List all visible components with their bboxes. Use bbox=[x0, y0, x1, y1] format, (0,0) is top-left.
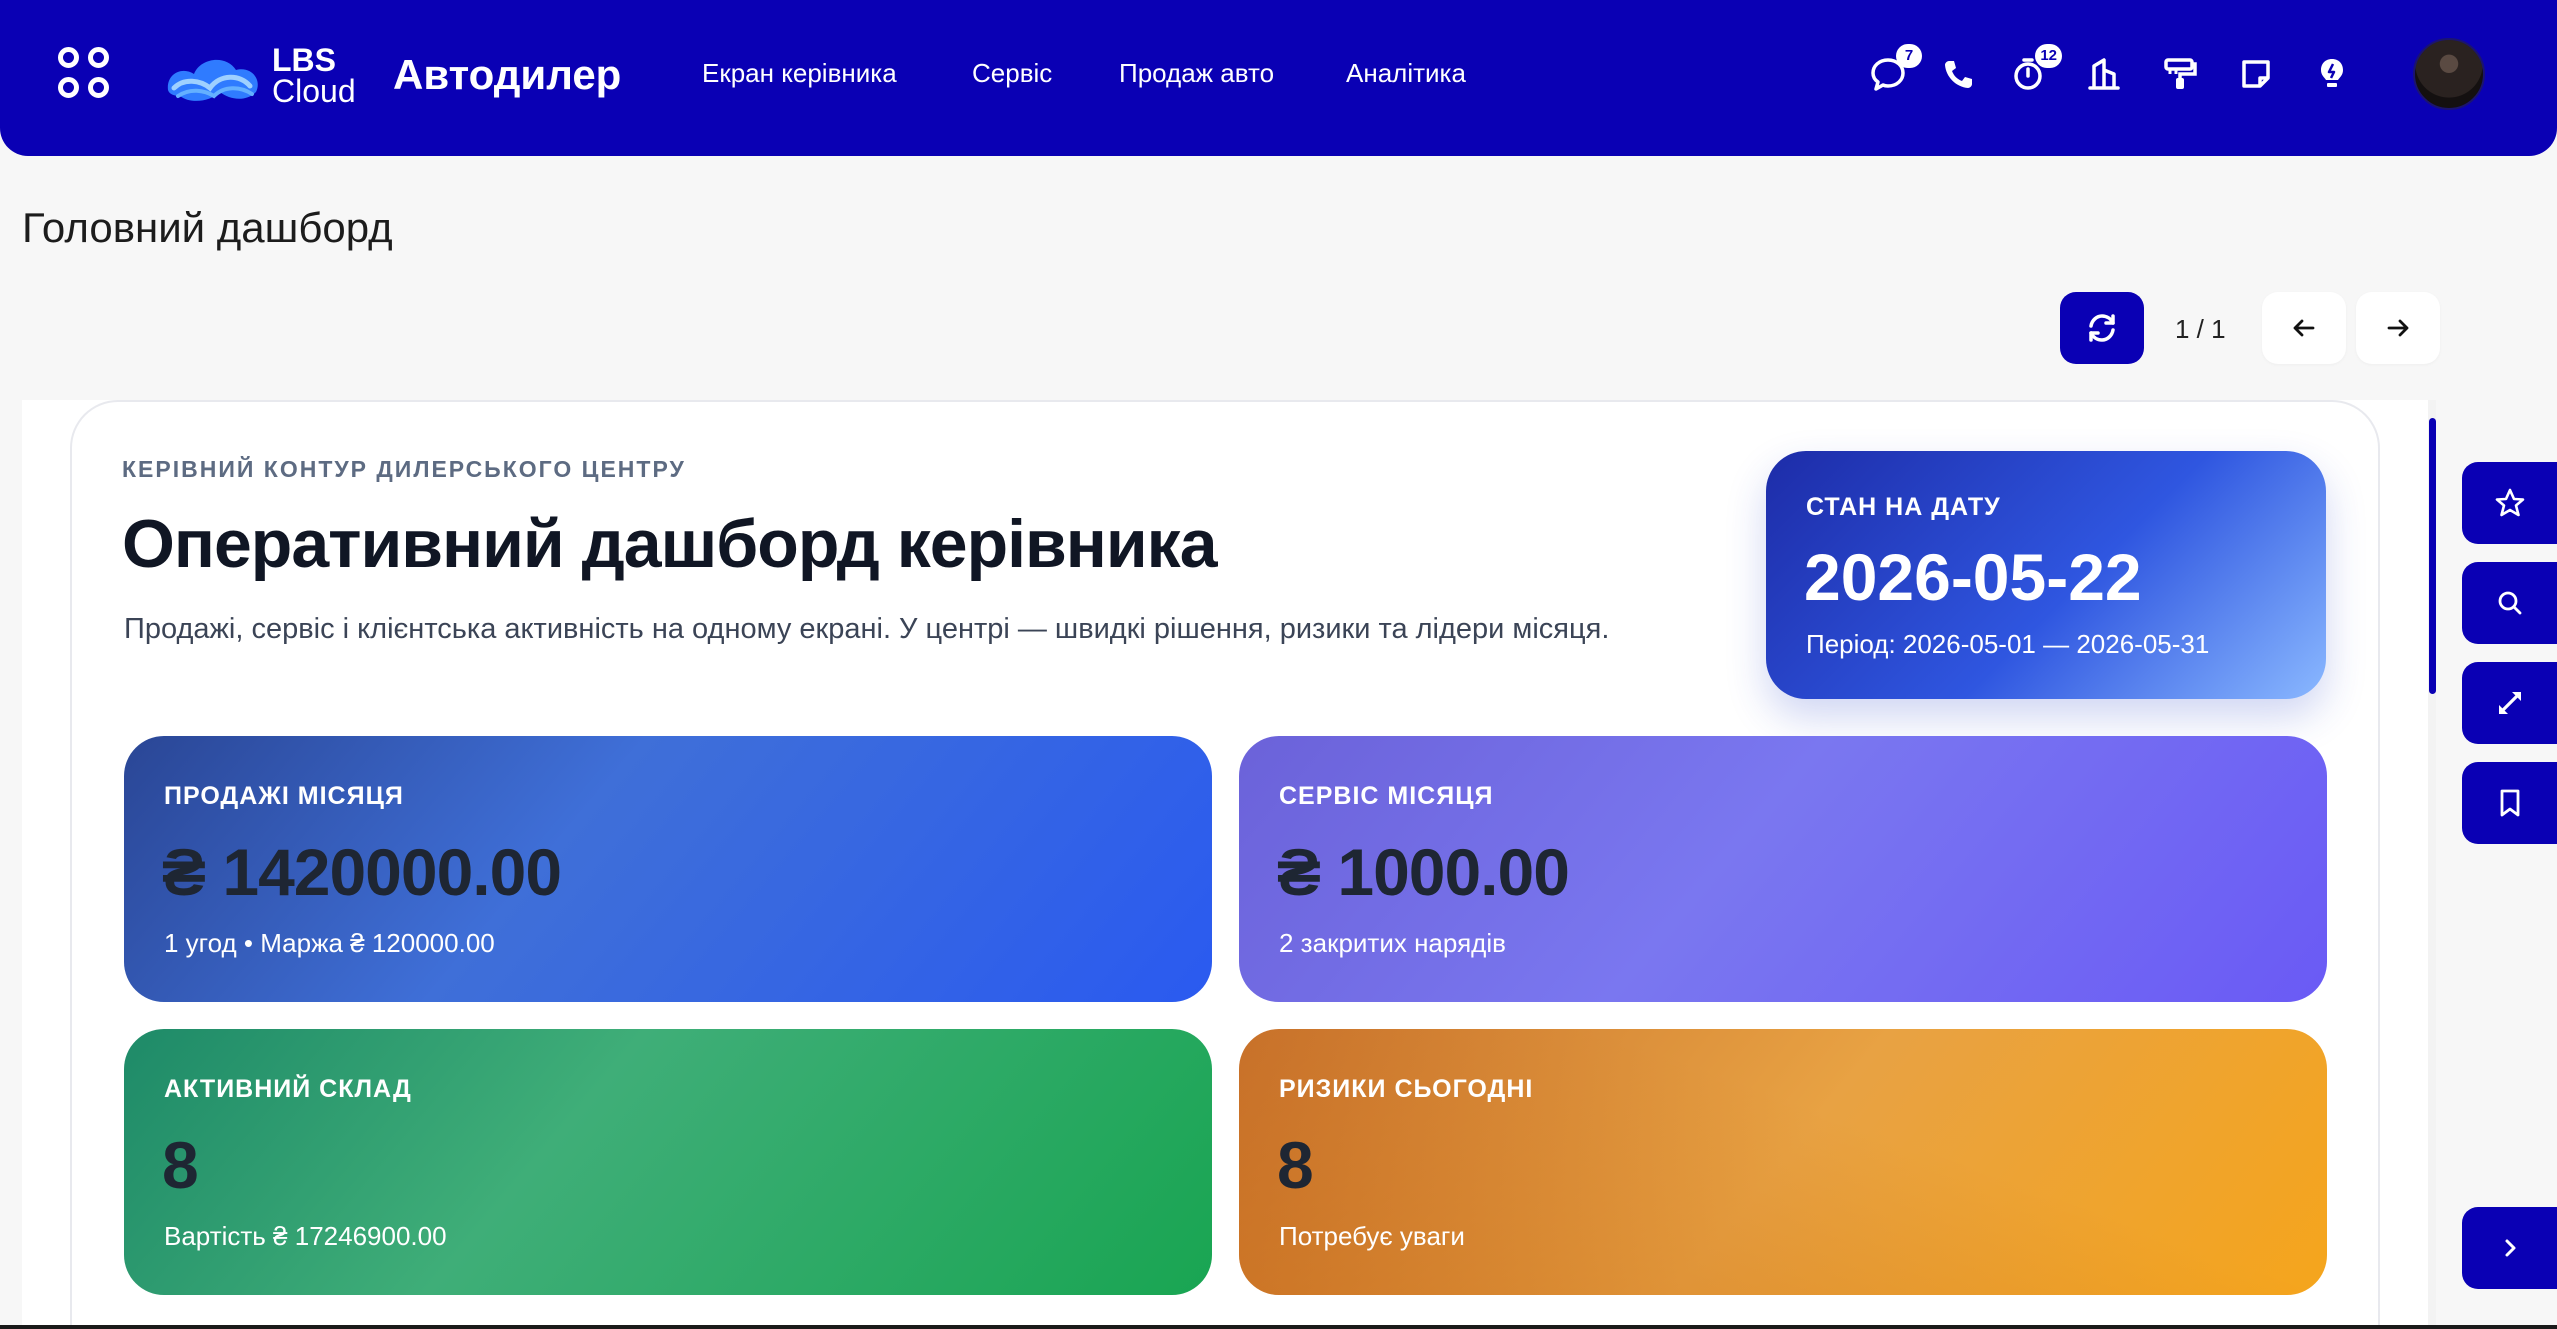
kpi-card-stock[interactable]: АКТИВНИЙ СКЛАД 8 Вартість ₴ 17246900.00 bbox=[124, 1029, 1212, 1295]
note-icon[interactable] bbox=[2236, 54, 2276, 94]
kpi-stock-label: АКТИВНИЙ СКЛАД bbox=[164, 1075, 412, 1103]
bank-icon[interactable] bbox=[2084, 54, 2124, 94]
search-button[interactable] bbox=[2462, 562, 2557, 644]
kpi-card-sales[interactable]: ПРОДАЖІ МІСЯЦЯ ₴ 1420000.00 1 угод • Мар… bbox=[124, 736, 1212, 1002]
search-icon bbox=[2498, 591, 2521, 615]
refresh-button[interactable] bbox=[2060, 292, 2144, 364]
phone-icon[interactable] bbox=[1938, 54, 1978, 94]
lbs-cloud-logo[interactable]: LBS Cloud bbox=[160, 44, 365, 110]
date-card-label: СТАН НА ДАТУ bbox=[1806, 493, 2001, 521]
chevron-right-icon bbox=[2505, 1239, 2515, 1257]
bookmark-icon bbox=[2500, 789, 2519, 817]
kpi-sales-note: 1 угод • Маржа ₴ 120000.00 bbox=[164, 928, 495, 958]
kpi-card-service[interactable]: СЕРВІС МІСЯЦЯ ₴ 1000.00 2 закритих наряд… bbox=[1239, 736, 2327, 1002]
kpi-sales-label: ПРОДАЖІ МІСЯЦЯ bbox=[164, 782, 404, 810]
kpi-service-label: СЕРВІС МІСЯЦЯ bbox=[1279, 782, 1494, 810]
kpi-risks-note: Потребує уваги bbox=[1279, 1221, 1465, 1251]
kpi-risks-label: РИЗИКИ СЬОГОДНІ bbox=[1279, 1075, 1534, 1103]
lightbulb-icon[interactable] bbox=[2312, 54, 2352, 94]
logo-text-lbs: LBS bbox=[272, 42, 336, 78]
timer-badge: 12 bbox=[2035, 44, 2062, 68]
kpi-card-risks[interactable]: РИЗИКИ СЬОГОДНІ 8 Потребує уваги bbox=[1239, 1029, 2327, 1295]
kpi-risks-value: 8 bbox=[1277, 1128, 1314, 1202]
date-status-card: СТАН НА ДАТУ 2026-05-22 Період: 2026-05-… bbox=[1766, 451, 2326, 699]
page-title: Головний дашборд bbox=[22, 204, 393, 251]
kpi-sales-value: ₴ 1420000.00 bbox=[162, 835, 562, 909]
app-title: Автодилер bbox=[393, 51, 622, 98]
dashboard-title: Оперативний дашборд керівника bbox=[122, 506, 1218, 582]
top-navigation-bar: LBS Cloud Автодилер Екран керівника Серв… bbox=[0, 0, 2557, 156]
date-card-value: 2026-05-22 bbox=[1804, 540, 2142, 614]
expand-icon bbox=[2498, 692, 2521, 714]
arrow-right-icon bbox=[2387, 319, 2409, 337]
dashboard-eyebrow: КЕРІВНИЙ КОНТУР ДИЛЕРСЬКОГО ЦЕНТРУ bbox=[122, 456, 686, 482]
nav-analytics[interactable]: Аналітика bbox=[1346, 56, 1466, 90]
date-card-period: Період: 2026-05-01 — 2026-05-31 bbox=[1806, 629, 2210, 659]
kpi-service-value: ₴ 1000.00 bbox=[1277, 835, 1570, 909]
favorite-button[interactable] bbox=[2462, 462, 2557, 544]
star-icon bbox=[2495, 488, 2524, 517]
chat-icon[interactable]: 7 bbox=[1868, 44, 1922, 94]
cloud-logo-icon bbox=[167, 59, 258, 101]
kpi-stock-value: 8 bbox=[162, 1128, 199, 1202]
pagination-indicator: 1 / 1 bbox=[2175, 314, 2226, 344]
scrollbar-thumb[interactable] bbox=[2429, 418, 2436, 694]
nav-manager-screen[interactable]: Екран керівника bbox=[702, 56, 897, 90]
refresh-icon bbox=[2089, 314, 2115, 342]
arrow-left-icon bbox=[2293, 319, 2315, 337]
kpi-service-note: 2 закритих нарядів bbox=[1279, 928, 1506, 958]
expand-side-panel-button[interactable] bbox=[2462, 1207, 2557, 1289]
apps-grid-icon[interactable] bbox=[58, 47, 114, 103]
expand-button[interactable] bbox=[2462, 662, 2557, 744]
timer-icon[interactable]: 12 bbox=[2008, 44, 2062, 94]
nav-service[interactable]: Сервіс bbox=[972, 56, 1052, 90]
bookmark-button[interactable] bbox=[2462, 762, 2557, 844]
paint-roller-icon[interactable] bbox=[2160, 54, 2200, 94]
nav-car-sales[interactable]: Продаж авто bbox=[1119, 56, 1274, 90]
user-avatar[interactable] bbox=[2413, 38, 2485, 110]
logo-text-cloud: Cloud bbox=[272, 73, 356, 109]
chat-badge: 7 bbox=[1896, 44, 1922, 68]
window-bottom-edge bbox=[0, 1325, 2557, 1329]
kpi-stock-note: Вартість ₴ 17246900.00 bbox=[164, 1221, 447, 1251]
dashboard-subtitle: Продажі, сервіс і клієнтська активність … bbox=[124, 613, 1610, 645]
next-page-button[interactable] bbox=[2356, 292, 2440, 364]
previous-page-button[interactable] bbox=[2262, 292, 2346, 364]
